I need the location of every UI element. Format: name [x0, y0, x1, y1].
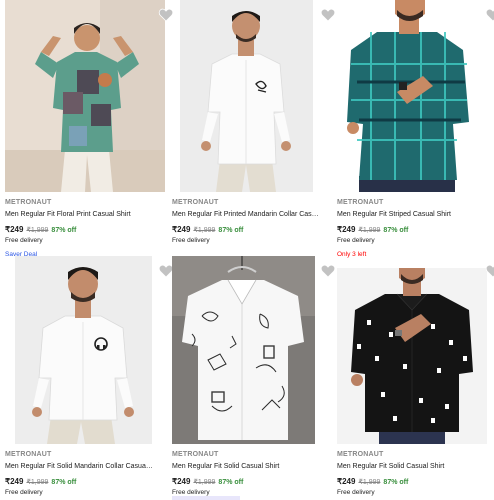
delivery-label: Free delivery	[172, 237, 210, 244]
low-stock-label: Only 3 left	[337, 251, 367, 258]
heart-icon[interactable]	[485, 263, 494, 279]
product-title[interactable]: Men Regular Fit Printed Mandarin Collar …	[172, 209, 320, 220]
product-title[interactable]: Men Regular Fit Solid Casual Shirt	[337, 461, 485, 472]
product-price: ₹249	[172, 477, 191, 486]
product-brand: METRONAUT	[337, 199, 384, 206]
product-image[interactable]	[5, 0, 165, 192]
product-brand: METRONAUT	[172, 199, 219, 206]
product-discount: 87% off	[383, 479, 409, 486]
product-image[interactable]	[337, 0, 487, 192]
product-mrp: ₹1,999	[358, 227, 381, 234]
product-discount: 87% off	[218, 227, 244, 234]
product-price: ₹249	[5, 477, 24, 486]
product-mrp: ₹1,999	[26, 479, 49, 486]
price-row: ₹249 ₹1,999 87% off	[5, 475, 175, 486]
delivery-label: Free delivery	[337, 237, 375, 244]
product-discount: 87% off	[218, 479, 244, 486]
product-image[interactable]	[15, 256, 152, 444]
product-mrp: ₹1,999	[26, 227, 49, 234]
product-price: ₹249	[337, 225, 356, 234]
product-mrp: ₹1,999	[193, 479, 216, 486]
product-brand: METRONAUT	[337, 451, 384, 458]
product-image[interactable]	[337, 268, 487, 444]
product-discount: 87% off	[51, 479, 77, 486]
delivery-label: Free delivery	[5, 237, 43, 244]
product-price: ₹249	[5, 225, 24, 234]
product-brand: METRONAUT	[5, 199, 52, 206]
price-row: ₹249 ₹1,999 87% off	[5, 223, 175, 234]
product-brand: METRONAUT	[5, 451, 52, 458]
offer-badge-partial	[172, 496, 240, 500]
price-row: ₹249 ₹1,999 87% off	[172, 223, 342, 234]
product-brand: METRONAUT	[172, 451, 219, 458]
product-title[interactable]: Men Regular Fit Solid Mandarin Collar Ca…	[5, 461, 153, 472]
delivery-label: Free delivery	[337, 489, 375, 496]
product-title[interactable]: Men Regular Fit Solid Casual Shirt	[172, 461, 320, 472]
product-title[interactable]: Men Regular Fit Floral Print Casual Shir…	[5, 209, 153, 220]
product-image[interactable]	[172, 256, 315, 444]
heart-icon[interactable]	[158, 7, 174, 23]
heart-icon[interactable]	[320, 7, 336, 23]
product-price: ₹249	[337, 477, 356, 486]
product-mrp: ₹1,999	[193, 227, 216, 234]
price-row: ₹249 ₹1,999 87% off	[337, 475, 494, 486]
product-title[interactable]: Men Regular Fit Striped Casual Shirt	[337, 209, 485, 220]
product-price: ₹249	[172, 225, 191, 234]
product-discount: 87% off	[383, 227, 409, 234]
product-discount: 87% off	[51, 227, 77, 234]
price-row: ₹249 ₹1,999 87% off	[337, 223, 494, 234]
heart-icon[interactable]	[485, 7, 494, 23]
price-row: ₹249 ₹1,999 87% off	[172, 475, 342, 486]
product-image[interactable]	[180, 0, 313, 192]
delivery-label: Free delivery	[5, 489, 43, 496]
product-mrp: ₹1,999	[358, 479, 381, 486]
heart-icon[interactable]	[320, 263, 336, 279]
